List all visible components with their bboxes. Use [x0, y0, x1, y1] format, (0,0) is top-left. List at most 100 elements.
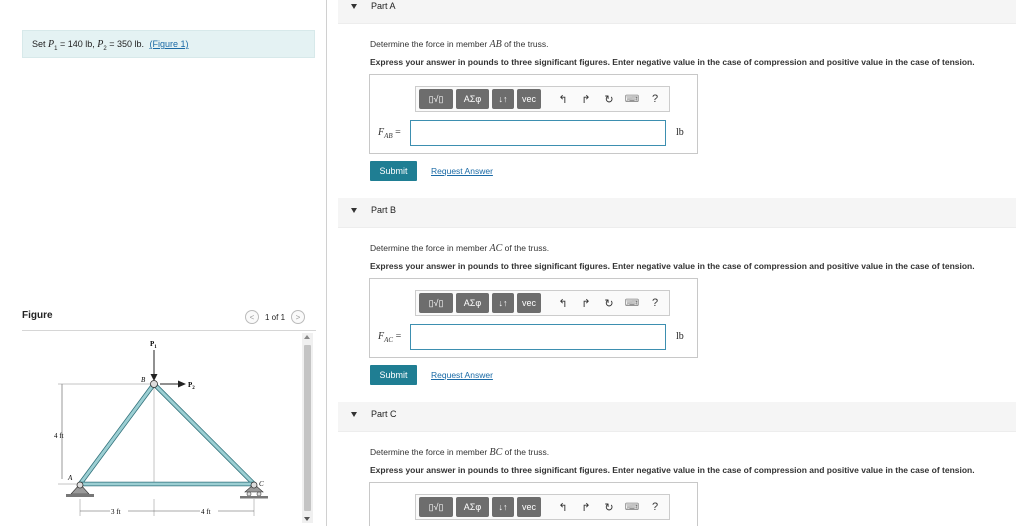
- height-label: 4 ft: [54, 432, 64, 440]
- collapse-triangle-icon[interactable]: [351, 412, 357, 417]
- redo-icon[interactable]: ↱: [576, 297, 596, 310]
- templates-button[interactable]: ▯√▯: [419, 293, 453, 313]
- reset-icon[interactable]: ↻: [599, 501, 619, 514]
- question-prefix: Determine the force in member: [370, 243, 490, 253]
- templates-button[interactable]: ▯√▯: [419, 89, 453, 109]
- joint-a: [76, 481, 84, 489]
- question-suffix: of the truss.: [501, 39, 549, 49]
- part-a-title: Part A: [371, 1, 396, 11]
- left-panel: Set P1 = 140 lb, P2 = 350 lb. (Figure 1)…: [0, 0, 326, 526]
- redo-icon[interactable]: ↱: [576, 93, 596, 106]
- p2-value: = 350 lb.: [106, 39, 147, 49]
- joint-b-label: B: [141, 376, 146, 384]
- figure-pager: < 1 of 1 >: [245, 310, 306, 324]
- help-icon[interactable]: ?: [645, 93, 665, 105]
- part-b-question: Determine the force in member AC of the …: [370, 243, 549, 254]
- joint-b: [150, 380, 158, 388]
- figure-separator: [22, 330, 316, 331]
- question-suffix: of the truss.: [502, 447, 550, 457]
- undo-icon[interactable]: ↰: [553, 297, 573, 310]
- part-a-variable: FAB =: [378, 127, 401, 140]
- p1-value: = 140 lb,: [57, 39, 98, 49]
- question-prefix: Determine the force in member: [370, 39, 490, 49]
- part-a-answer-input[interactable]: [410, 120, 666, 146]
- math-toolbar: ▯√▯ ΑΣφ ↓↑ vec ↰ ↱ ↻ ⌨ ?: [415, 290, 670, 316]
- roller-2: [256, 491, 262, 497]
- vec-button[interactable]: vec: [517, 497, 541, 517]
- templates-button[interactable]: ▯√▯: [419, 497, 453, 517]
- keyboard-icon[interactable]: ⌨: [622, 298, 642, 309]
- support-c-base: [240, 496, 268, 499]
- figure-scrollbar[interactable]: [302, 333, 313, 523]
- part-a-instruction: Express your answer in pounds to three s…: [370, 57, 975, 67]
- subscript-button[interactable]: ↓↑: [492, 89, 514, 109]
- p1-arrowhead: [150, 374, 158, 381]
- figure-page-indicator: 1 of 1: [265, 312, 286, 322]
- part-c-question: Determine the force in member BC of the …: [370, 447, 549, 458]
- greek-button[interactable]: ΑΣφ: [456, 293, 489, 313]
- part-b-unit: lb: [676, 331, 684, 342]
- reset-icon[interactable]: ↻: [599, 297, 619, 310]
- p1-label: P1: [150, 340, 157, 350]
- math-toolbar: ▯√▯ ΑΣφ ↓↑ vec ↰ ↱ ↻ ⌨ ?: [415, 494, 670, 520]
- part-c-header[interactable]: Part C: [338, 402, 1016, 432]
- joint-c: [250, 481, 258, 489]
- part-a-answer-box: ▯√▯ ΑΣφ ↓↑ vec ↰ ↱ ↻ ⌨ ? FAB = lb: [369, 74, 698, 154]
- prev-figure-button[interactable]: <: [245, 310, 259, 324]
- member-bc: [152, 382, 256, 486]
- support-a-base: [66, 494, 94, 497]
- part-b-header[interactable]: Part B: [338, 198, 1016, 228]
- scroll-down-arrow[interactable]: [304, 517, 310, 521]
- member-ab: [78, 383, 156, 485]
- span-left-label: 3 ft: [111, 508, 121, 516]
- scroll-thumb[interactable]: [304, 345, 311, 511]
- figure-title: Figure: [22, 310, 53, 321]
- subscript-button[interactable]: ↓↑: [492, 293, 514, 313]
- help-icon[interactable]: ?: [645, 501, 665, 513]
- part-b-submit-button[interactable]: Submit: [370, 365, 417, 385]
- keyboard-icon[interactable]: ⌨: [622, 94, 642, 105]
- member-name: AC: [489, 243, 503, 254]
- reset-icon[interactable]: ↻: [599, 93, 619, 106]
- truss-diagram: 4 ft P1 P2 B A C 3 ft 4 ft: [54, 340, 268, 516]
- question-suffix: of the truss.: [502, 243, 550, 253]
- part-a-header[interactable]: Part A: [338, 0, 1016, 24]
- part-b-instruction: Express your answer in pounds to three s…: [370, 261, 975, 271]
- greek-button[interactable]: ΑΣφ: [456, 497, 489, 517]
- subscript-button[interactable]: ↓↑: [492, 497, 514, 517]
- part-b-title: Part B: [371, 205, 397, 215]
- math-toolbar: ▯√▯ ΑΣφ ↓↑ vec ↰ ↱ ↻ ⌨ ?: [415, 86, 670, 112]
- help-icon[interactable]: ?: [645, 297, 665, 309]
- keyboard-icon[interactable]: ⌨: [622, 502, 642, 513]
- part-a-unit: lb: [676, 127, 684, 138]
- part-c-instruction: Express your answer in pounds to three s…: [370, 465, 975, 475]
- problem-prefix: Set: [32, 39, 49, 49]
- undo-icon[interactable]: ↰: [553, 93, 573, 106]
- greek-button[interactable]: ΑΣφ: [456, 89, 489, 109]
- part-c-answer-box: ▯√▯ ΑΣφ ↓↑ vec ↰ ↱ ↻ ⌨ ?: [369, 482, 698, 526]
- undo-icon[interactable]: ↰: [553, 501, 573, 514]
- question-prefix: Determine the force in member: [370, 447, 490, 457]
- part-a-submit-button[interactable]: Submit: [370, 161, 417, 181]
- collapse-triangle-icon[interactable]: [351, 208, 357, 213]
- part-a-request-answer-link[interactable]: Request Answer: [431, 166, 493, 176]
- figure-link[interactable]: (Figure 1): [149, 39, 188, 49]
- next-figure-button[interactable]: >: [291, 310, 306, 324]
- part-b-answer-input[interactable]: [410, 324, 666, 350]
- scroll-up-arrow[interactable]: [304, 335, 310, 339]
- part-b-answer-box: ▯√▯ ΑΣφ ↓↑ vec ↰ ↱ ↻ ⌨ ? FAC = lb: [369, 278, 698, 358]
- vec-button[interactable]: vec: [517, 89, 541, 109]
- member-name: BC: [489, 447, 503, 458]
- vec-button[interactable]: vec: [517, 293, 541, 313]
- part-c-title: Part C: [371, 409, 397, 419]
- span-right-label: 4 ft: [201, 508, 211, 516]
- collapse-triangle-icon[interactable]: [351, 4, 357, 9]
- roller-1: [246, 491, 252, 497]
- part-b-variable: FAC =: [378, 331, 402, 344]
- part-b-request-answer-link[interactable]: Request Answer: [431, 370, 493, 380]
- member-name: AB: [489, 39, 502, 50]
- part-a-question: Determine the force in member AB of the …: [370, 39, 549, 50]
- redo-icon[interactable]: ↱: [576, 501, 596, 514]
- joint-c-label: C: [259, 480, 264, 488]
- p2-label: P2: [188, 381, 195, 391]
